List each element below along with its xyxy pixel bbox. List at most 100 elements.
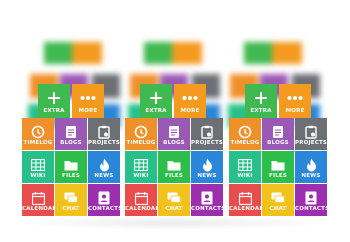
chat-tile[interactable]: CHAT	[158, 184, 190, 216]
chat-icon	[158, 190, 190, 206]
tile-label: PROJECTS	[191, 140, 224, 146]
calendar-icon	[229, 190, 261, 206]
document-icon	[158, 124, 190, 140]
tile-label: NEWS	[94, 173, 114, 179]
tile-label: BLOGS	[163, 140, 185, 146]
contact-icon	[191, 190, 223, 206]
contacts-tile[interactable]: CONTACTS	[295, 184, 330, 216]
tile-label: WIKI	[237, 173, 253, 179]
grid-icon	[229, 157, 261, 173]
contacts-tile[interactable]: CONTACTS	[88, 184, 123, 216]
bg-tile	[172, 42, 202, 64]
wiki-tile[interactable]: WIKI	[22, 151, 54, 183]
contact-icon	[295, 190, 327, 206]
tile-label: EXTRA	[145, 108, 167, 114]
calendar-icon	[125, 190, 157, 206]
folder-icon	[55, 157, 87, 173]
files-tile[interactable]: FILES	[262, 151, 294, 183]
flame-icon	[88, 157, 120, 173]
tile-label: FILES	[61, 173, 81, 179]
wiki-tile[interactable]: WIKI	[125, 151, 157, 183]
extra-tile[interactable]: EXTRA	[38, 84, 70, 118]
news-tile[interactable]: NEWS	[88, 151, 120, 183]
folder-icon	[262, 157, 294, 173]
tile-label: TIMELOG	[230, 140, 260, 146]
floor-shadow	[14, 216, 332, 230]
blogs-tile[interactable]: BLOGS	[158, 118, 190, 150]
tile-label: CONTACTS	[295, 206, 330, 212]
contacts-tile[interactable]: CONTACTS	[191, 184, 226, 216]
grid-icon	[125, 157, 157, 173]
news-tile[interactable]: NEWS	[191, 151, 223, 183]
tile-label: FILES	[164, 173, 184, 179]
tile-label: CALENDAR	[229, 206, 264, 212]
tile-label: CALENDAR	[22, 206, 57, 212]
tile-label: PROJECTS	[295, 140, 328, 146]
calendar-tile[interactable]: CALENDAR	[22, 184, 57, 216]
tile-label: TIMELOG	[23, 140, 53, 146]
files-tile[interactable]: FILES	[158, 151, 190, 183]
tile-label: BLOGS	[60, 140, 82, 146]
folder-icon	[158, 157, 190, 173]
plus-icon	[245, 89, 277, 107]
projects-tile[interactable]: PROJECTS	[191, 118, 223, 150]
more-tile[interactable]: MORE	[72, 84, 104, 118]
tile-label: TIMELOG	[126, 140, 156, 146]
extra-tile[interactable]: EXTRA	[140, 84, 172, 118]
clipboard-icon	[88, 124, 120, 140]
dots-icon	[279, 89, 311, 107]
document-icon	[262, 124, 294, 140]
more-tile[interactable]: MORE	[174, 84, 206, 118]
tile-label: CONTACTS	[88, 206, 123, 212]
dots-icon	[72, 89, 104, 107]
wiki-tile[interactable]: WIKI	[229, 151, 261, 183]
tile-label: PROJECTS	[88, 140, 121, 146]
flame-icon	[295, 157, 327, 173]
tile-label: CHAT	[269, 206, 287, 212]
chat-icon	[262, 190, 294, 206]
tile-label: FILES	[268, 173, 288, 179]
tile-label: NEWS	[197, 173, 217, 179]
chat-tile[interactable]: CHAT	[262, 184, 294, 216]
timelog-tile[interactable]: TIMELOG	[229, 118, 261, 150]
tile-label: EXTRA	[250, 108, 272, 114]
tile-label: EXTRA	[43, 108, 65, 114]
extra-tile[interactable]: EXTRA	[245, 84, 277, 118]
blogs-tile[interactable]: BLOGS	[262, 118, 294, 150]
more-tile[interactable]: MORE	[279, 84, 311, 118]
dots-icon	[174, 89, 206, 107]
tile-label: CONTACTS	[191, 206, 226, 212]
tile-label: CALENDAR	[125, 206, 160, 212]
clock-icon	[125, 124, 157, 140]
calendar-tile[interactable]: CALENDAR	[125, 184, 160, 216]
document-icon	[55, 124, 87, 140]
tile-label: BLOGS	[267, 140, 289, 146]
timelog-tile[interactable]: TIMELOG	[22, 118, 54, 150]
grid-icon	[22, 157, 54, 173]
clipboard-icon	[295, 124, 327, 140]
timelog-tile[interactable]: TIMELOG	[125, 118, 157, 150]
contact-icon	[88, 190, 120, 206]
calendar-tile[interactable]: CALENDAR	[229, 184, 264, 216]
tile-label: MORE	[78, 108, 98, 114]
files-tile[interactable]: FILES	[55, 151, 87, 183]
plus-icon	[38, 89, 70, 107]
tile-label: NEWS	[301, 173, 321, 179]
app-tile-showcase: EXTRA MORE TIMELOG BLOGS PROJECTS WIKI F…	[0, 0, 350, 242]
tile-label: CHAT	[165, 206, 183, 212]
tile-label: MORE	[285, 108, 305, 114]
blogs-tile[interactable]: BLOGS	[55, 118, 87, 150]
tile-label: MORE	[180, 108, 200, 114]
tile-label: WIKI	[30, 173, 46, 179]
projects-tile[interactable]: PROJECTS	[88, 118, 120, 150]
bg-tile	[72, 42, 102, 64]
projects-tile[interactable]: PROJECTS	[295, 118, 327, 150]
clock-icon	[22, 124, 54, 140]
tile-label: WIKI	[133, 173, 149, 179]
bg-tile	[272, 42, 302, 64]
clipboard-icon	[191, 124, 223, 140]
news-tile[interactable]: NEWS	[295, 151, 327, 183]
chat-tile[interactable]: CHAT	[55, 184, 87, 216]
calendar-icon	[22, 190, 54, 206]
plus-icon	[140, 89, 172, 107]
